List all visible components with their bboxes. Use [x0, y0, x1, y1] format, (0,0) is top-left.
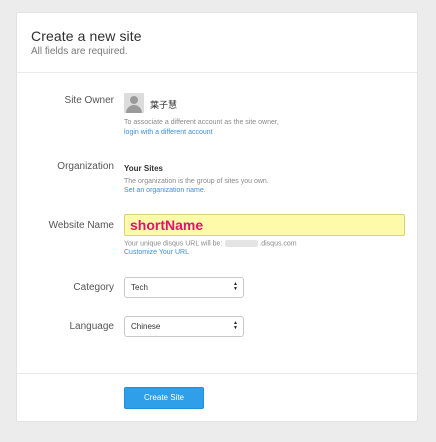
site-owner-help: To associate a different account as the … — [124, 119, 279, 126]
page-title: Create a new site — [31, 28, 142, 44]
card-header: Create a new site All fields are require… — [17, 13, 417, 73]
owner-name: 葉子慧 — [150, 100, 178, 110]
category-select[interactable]: Tech ▲ ▼ — [124, 277, 244, 298]
url-suffix: .disqus.com — [259, 240, 297, 248]
page-subtitle: All fields are required. — [31, 46, 128, 57]
select-arrows-icon: ▲ ▼ — [233, 281, 238, 292]
category-selected: Tech — [131, 283, 148, 292]
language-selected: Chinese — [131, 322, 161, 331]
language-select[interactable]: Chinese ▲ ▼ — [124, 316, 244, 337]
select-arrows-icon: ▲ ▼ — [233, 320, 238, 331]
language-label: Language — [69, 321, 115, 332]
organization-value: Your Sites — [124, 164, 163, 173]
create-site-button[interactable]: Create Site — [124, 387, 204, 409]
organization-label: Organization — [57, 161, 114, 172]
category-label: Category — [73, 282, 114, 293]
customize-url-link[interactable]: Customize Your URL — [124, 249, 189, 256]
website-name-input[interactable] — [124, 214, 405, 236]
user-avatar-icon — [124, 93, 144, 113]
login-different-account-link[interactable]: login with a different account — [124, 129, 213, 136]
site-owner-label: Site Owner — [64, 95, 114, 106]
unique-url-help: Your unique disqus URL will be: .disqus.… — [124, 240, 297, 247]
footer-divider — [17, 373, 417, 374]
url-prefix: Your unique disqus URL will be: — [124, 240, 223, 248]
blurred-shortname — [225, 240, 259, 247]
set-organization-name-link[interactable]: Set an organization name. — [124, 187, 206, 194]
website-name-label: Website Name — [48, 220, 114, 231]
create-site-card: Create a new site All fields are require… — [16, 12, 418, 422]
organization-help: The organization is the group of sites y… — [124, 178, 269, 185]
